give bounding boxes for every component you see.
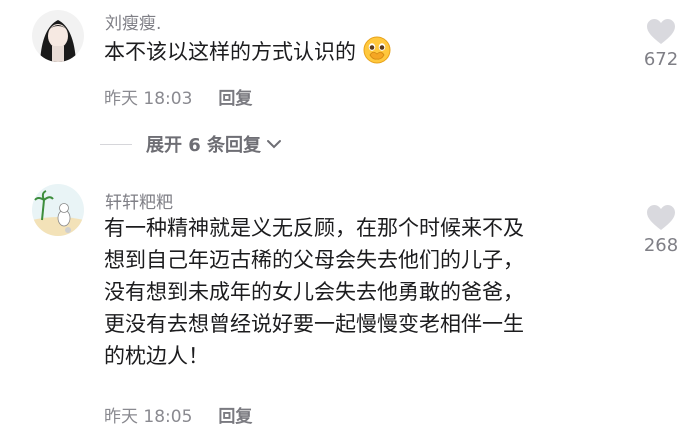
comment-meta: 昨天 18:05 回复: [104, 402, 252, 427]
comment-text-line: 有一种精神就是义无反顾，在那个时候来不及: [104, 216, 524, 240]
username[interactable]: 轩轩粑粑: [105, 188, 173, 213]
expand-replies-label: 展开 6 条回复: [146, 135, 262, 156]
like-count: 672: [643, 49, 679, 70]
like-button[interactable]: 672: [630, 18, 692, 70]
comment-text-line: 想到自己年迈古稀的父母会失去他们的儿子，: [104, 248, 524, 272]
avatar[interactable]: [32, 184, 84, 236]
comment-text-line: 更没有去想曾经说好要一起慢慢变老相伴一生: [104, 312, 524, 336]
avatar[interactable]: [32, 10, 84, 62]
comment-item: 轩轩粑粑 有一种精神就是义无反顾，在那个时候来不及 想到自己年迈古稀的父母会失去…: [0, 178, 700, 437]
comment-text-line: 的枕边人！: [104, 344, 209, 368]
pleading-face-emoji-icon: [362, 35, 392, 65]
reply-button[interactable]: 回复: [218, 89, 252, 109]
comment-timestamp: 昨天 18:03: [104, 89, 193, 109]
heart-icon: [647, 205, 675, 230]
comment-timestamp: 昨天 18:05: [104, 407, 193, 427]
divider: [100, 143, 132, 145]
comment-text: 本不该以这样的方式认识的: [104, 35, 644, 68]
comment-text-line: 没有想到未成年的女儿会失去他勇敢的爸爸，: [104, 280, 524, 304]
comment-item: 刘瘦瘦. 本不该以这样的方式认识的 昨天 18:03 回复 672: [0, 0, 700, 130]
heart-icon: [647, 19, 675, 44]
comment-text: 有一种精神就是义无反顾，在那个时候来不及 想到自己年迈古稀的父母会失去他们的儿子…: [104, 212, 644, 372]
expand-replies-button[interactable]: 展开 6 条回复: [100, 132, 283, 156]
comment-text-line: 本不该以这样的方式认识的: [104, 35, 644, 68]
username[interactable]: 刘瘦瘦.: [105, 9, 161, 34]
like-button[interactable]: 268: [630, 204, 692, 256]
reply-button[interactable]: 回复: [218, 407, 252, 427]
comment-meta: 昨天 18:03 回复: [104, 84, 252, 109]
like-count: 268: [643, 235, 679, 256]
chevron-down-icon: [267, 140, 282, 149]
comment-text-line-content: 本不该以这样的方式认识的: [104, 40, 356, 64]
